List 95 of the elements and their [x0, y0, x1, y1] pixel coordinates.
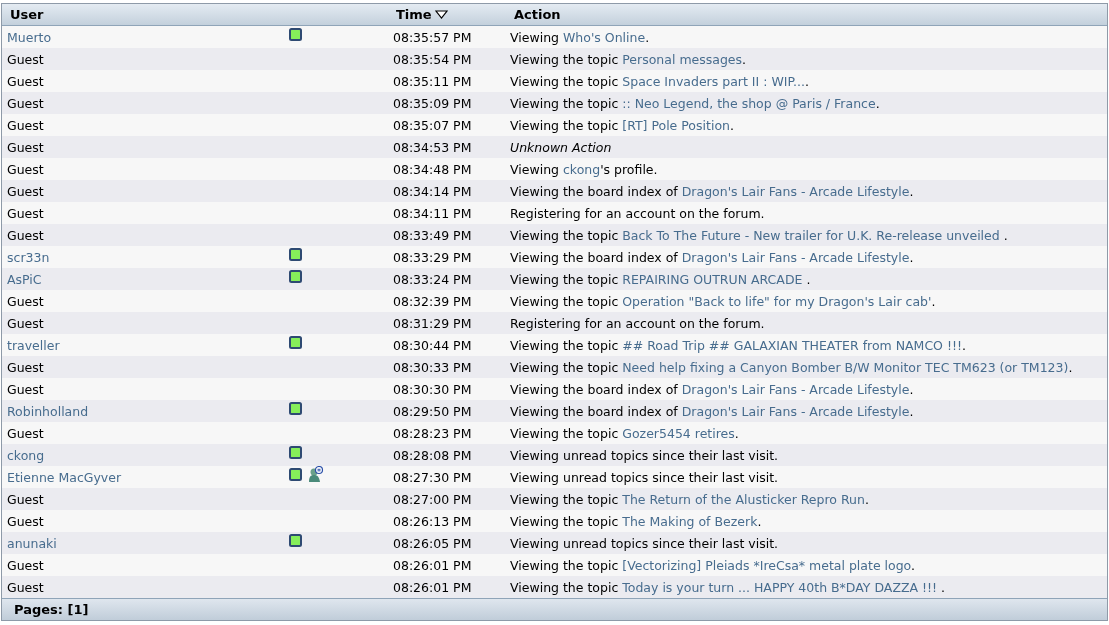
- time-text: 08:32:39 PM: [393, 293, 472, 309]
- action-text: Viewing unread topics since their last visit.: [510, 469, 779, 485]
- user-name: Guest: [7, 513, 44, 529]
- action-text: Viewing the topic [Vectorizing] Pleiads *IreCsa* metal plate logo.: [510, 557, 916, 573]
- time-text: 08:35:11 PM: [393, 73, 472, 89]
- user-name: Guest: [7, 425, 44, 441]
- topic-link[interactable]: ## Road Trip ## GALAXIAN THEATER from NAMCO !!!: [622, 337, 962, 353]
- topic-link[interactable]: The Return of the Alusticker Repro Run: [622, 491, 865, 507]
- topic-link[interactable]: [RT] Pole Position: [622, 117, 730, 133]
- time-text: 08:28:08 PM: [393, 447, 472, 463]
- user-link[interactable]: scr33n: [7, 249, 50, 265]
- user-name: Guest: [7, 73, 44, 89]
- topic-link[interactable]: Space Invaders part II : WIP...: [622, 73, 805, 89]
- time-text: 08:28:23 PM: [393, 425, 472, 441]
- user-link[interactable]: traveller: [7, 337, 60, 353]
- user-link[interactable]: Etienne MacGyver: [7, 469, 122, 485]
- user-name: Guest: [7, 381, 44, 397]
- action-text: Viewing the topic Personal messages.: [510, 51, 747, 67]
- time-text: 08:35:54 PM: [393, 51, 472, 67]
- pages-text: Pages: [1]: [14, 602, 89, 617]
- time-text: 08:35:09 PM: [393, 95, 472, 111]
- action-text: Viewing the topic ## Road Trip ## GALAXIAN THEATER from NAMCO !!!.: [510, 337, 966, 353]
- action-text: Viewing the board index of Dragon's Lair Fans - Arcade Lifestyle.: [510, 249, 914, 265]
- user-name: Guest: [7, 579, 44, 595]
- action-text: Viewing the topic :: Neo Legend, the shop @ Paris / France.: [510, 95, 880, 111]
- action-text: Registering for an account on the forum.: [510, 315, 765, 331]
- action-text: Viewing the topic [RT] Pole Position.: [510, 117, 734, 133]
- user-name: Guest: [7, 227, 44, 243]
- action-text: Viewing the topic Operation "Back to life" for my Dragon's Lair cab'.: [510, 293, 936, 309]
- user-name: Guest: [7, 51, 44, 67]
- time-text: 08:34:48 PM: [393, 161, 472, 177]
- time-text: 08:30:44 PM: [393, 337, 472, 353]
- user-link[interactable]: Robinholland: [7, 403, 89, 419]
- action-text: Viewing the topic Back To The Future - New trailer for U.K. Re-release unveiled .: [510, 227, 1008, 243]
- topic-link[interactable]: :: Neo Legend, the shop @ Paris / France: [622, 95, 876, 111]
- column-header[interactable]: Time: [396, 7, 432, 22]
- time-text: 08:29:50 PM: [393, 403, 472, 419]
- user-name: Guest: [7, 315, 44, 331]
- action-text: Viewing the topic Need help fixing a Canyon Bomber B/W Monitor TEC TM623 (or TM123).: [510, 359, 1073, 375]
- column-header[interactable]: Action: [514, 7, 561, 22]
- action-text: Viewing unread topics since their last visit.: [510, 535, 779, 551]
- topic-link[interactable]: REPAIRING OUTRUN ARCADE: [622, 271, 803, 287]
- time-text: 08:27:30 PM: [393, 469, 472, 485]
- user-name: Guest: [7, 183, 44, 199]
- action-text: Viewing the topic Space Invaders part II : WIP....: [510, 73, 809, 89]
- action-text: Viewing ckong's profile.: [510, 161, 658, 177]
- user-link[interactable]: anunaki: [7, 535, 57, 551]
- time-text: 08:30:30 PM: [393, 381, 472, 397]
- topic-link[interactable]: ckong: [562, 161, 601, 177]
- action-text: Viewing Who's Online.: [510, 29, 650, 45]
- topic-link[interactable]: Gozer5454 retires: [622, 425, 735, 441]
- topic-link[interactable]: Operation "Back to life" for my Dragon's Lair cab': [622, 293, 932, 309]
- user-name: Guest: [7, 359, 44, 375]
- action-text: Registering for an account on the forum.: [510, 205, 765, 221]
- user-name: Guest: [7, 293, 44, 309]
- user-name: Guest: [7, 161, 44, 177]
- time-text: 08:30:33 PM: [393, 359, 472, 375]
- time-text: 08:34:53 PM: [393, 139, 472, 155]
- sort-descending-icon[interactable]: [434, 10, 448, 19]
- time-text: 08:34:11 PM: [393, 205, 472, 221]
- user-link[interactable]: Muerto: [7, 29, 52, 45]
- time-text: 08:33:29 PM: [393, 249, 472, 265]
- time-text: 08:33:24 PM: [393, 271, 472, 287]
- time-text: 08:35:07 PM: [393, 117, 472, 133]
- time-text: 08:31:29 PM: [393, 315, 472, 331]
- action-text: Viewing the board index of Dragon's Lair Fans - Arcade Lifestyle.: [510, 381, 914, 397]
- time-text: 08:35:57 PM: [393, 29, 472, 45]
- user-name: Guest: [7, 117, 44, 133]
- user-name: Guest: [7, 205, 44, 221]
- user-link[interactable]: ckong: [7, 447, 45, 463]
- time-text: 08:27:00 PM: [393, 491, 472, 507]
- time-text: 08:34:14 PM: [393, 183, 472, 199]
- user-name: Guest: [7, 557, 44, 573]
- time-text: 08:26:05 PM: [393, 535, 472, 551]
- action-text: Viewing the topic The Making of Bezerk.: [510, 513, 762, 529]
- user-name: Guest: [7, 95, 44, 111]
- action-text: Viewing the topic REPAIRING OUTRUN ARCADE .: [510, 271, 811, 287]
- user-name: Guest: [7, 491, 44, 507]
- time-text: 08:26:13 PM: [393, 513, 472, 529]
- time-text: 08:33:49 PM: [393, 227, 472, 243]
- time-text: 08:26:01 PM: [393, 557, 472, 573]
- time-text: 08:26:01 PM: [393, 579, 472, 595]
- column-header[interactable]: User: [10, 7, 44, 22]
- action-text: Viewing the topic The Return of the Alusticker Repro Run.: [510, 491, 869, 507]
- topic-link[interactable]: Today is your turn ... HAPPY 40th B*DAY DAZZA !!!: [622, 579, 938, 595]
- topic-link[interactable]: Back To The Future - New trailer for U.K. Re-release unveiled: [622, 227, 1000, 243]
- action-text: Viewing the topic Today is your turn ... HAPPY 40th B*DAY DAZZA !!! .: [510, 579, 946, 595]
- action-text: Viewing the board index of Dragon's Lair Fans - Arcade Lifestyle.: [510, 403, 914, 419]
- action-text: Viewing the board index of Dragon's Lair Fans - Arcade Lifestyle.: [510, 183, 914, 199]
- messenger-icon[interactable]: [308, 466, 324, 483]
- user-name: Guest: [7, 139, 44, 155]
- action-text: Unknown Action: [510, 139, 612, 155]
- action-text: Viewing unread topics since their last visit.: [510, 447, 779, 463]
- action-text: Viewing the topic Gozer5454 retires.: [510, 425, 739, 441]
- user-link[interactable]: AsPiC: [7, 271, 42, 287]
